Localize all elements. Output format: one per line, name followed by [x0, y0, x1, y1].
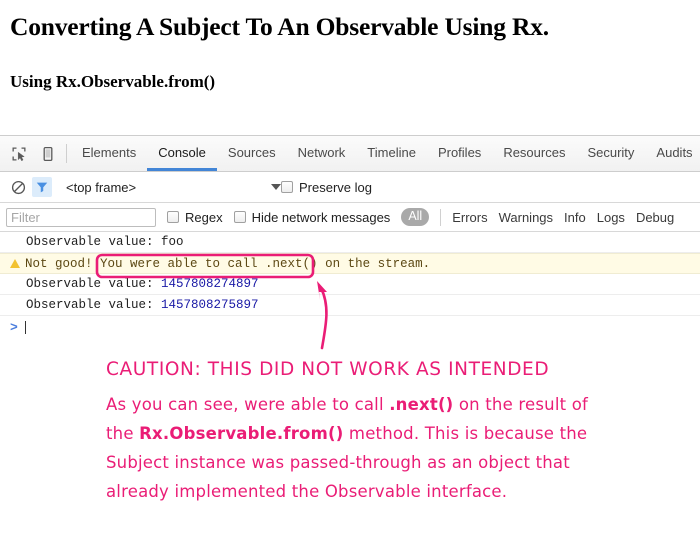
annotation-line-4: already implemented the Observable inter…	[106, 482, 508, 501]
checkbox-box	[281, 181, 293, 193]
message-prefix: Not good!	[25, 256, 101, 271]
tab-label: Network	[297, 144, 346, 160]
tab-audits[interactable]: Audits	[645, 136, 700, 171]
preserve-log-label: Preserve log	[299, 179, 372, 195]
devtools-framebar: <top frame> Preserve log	[0, 172, 700, 203]
devtools-tabbar: Elements Console Sources Network Timelin…	[0, 136, 700, 172]
checkbox-box	[233, 211, 246, 223]
devtools-filterbar: Regex Hide network messages All Errors W…	[0, 203, 700, 232]
devtools-tool-icons	[0, 136, 62, 171]
devtools-tablist: Elements Console Sources Network Timelin…	[71, 136, 700, 171]
hide-network-label: Hide network messages	[251, 209, 391, 225]
annotation-line2-code: Rx.Observable.from()	[139, 424, 344, 443]
tab-label: Resources	[503, 144, 566, 160]
execution-context-value: <top frame>	[66, 179, 137, 195]
toolbar-divider	[66, 144, 67, 163]
tab-label: Security	[587, 144, 635, 160]
inspect-element-icon[interactable]	[10, 145, 27, 162]
tab-label: Console	[158, 144, 206, 160]
tab-network[interactable]: Network	[287, 136, 357, 171]
chevron-down-icon	[271, 184, 281, 190]
tab-label: Timeline	[367, 144, 416, 160]
message-highlighted-text: You were able to call .next()	[100, 256, 318, 271]
message-value: 1457808275897	[161, 298, 259, 312]
filter-input[interactable]	[6, 207, 156, 227]
annotation-heading: CAUTION: THIS DID NOT WORK AS INTENDED	[106, 359, 550, 380]
message-value: 1457808274897	[161, 277, 259, 291]
console-message-log[interactable]: Observable value: 1457808274897	[0, 274, 700, 295]
console-message-log[interactable]: Observable value: 1457808275897	[0, 295, 700, 316]
console-output[interactable]: Observable value: foo Not good! You were…	[0, 232, 700, 338]
annotation-line1-c: on the result of	[453, 395, 589, 414]
annotation-line1-code: .next()	[389, 395, 454, 414]
console-message-warning[interactable]: Not good! You were able to call .next() …	[0, 253, 700, 274]
annotation-line-3: Subject instance was passed-through as a…	[106, 453, 570, 472]
device-toolbar-icon[interactable]	[39, 145, 56, 162]
level-filter-logs[interactable]: Logs	[597, 210, 625, 225]
level-filter-info[interactable]: Info	[564, 210, 586, 225]
level-filter-warnings[interactable]: Warnings	[499, 210, 553, 225]
checkbox-box	[167, 211, 179, 223]
preserve-log-checkbox[interactable]: Preserve log	[281, 180, 372, 195]
warning-triangle-icon	[10, 259, 20, 268]
level-filter-errors[interactable]: Errors	[452, 210, 487, 225]
clear-console-icon[interactable]	[8, 177, 28, 197]
level-filter-debug[interactable]: Debug	[636, 210, 674, 225]
devtools-panel: Elements Console Sources Network Timelin…	[0, 135, 700, 338]
execution-context-selector[interactable]: <top frame>	[66, 180, 281, 195]
console-prompt[interactable]: >	[0, 316, 700, 338]
tab-profiles[interactable]: Profiles	[427, 136, 492, 171]
tab-elements[interactable]: Elements	[71, 136, 147, 171]
annotation-line-1: As you can see, were able to call .next(…	[106, 395, 588, 414]
tab-sources[interactable]: Sources	[217, 136, 287, 171]
tab-label: Elements	[82, 144, 137, 160]
tab-timeline[interactable]: Timeline	[356, 136, 427, 171]
console-message-log[interactable]: Observable value: foo	[0, 232, 700, 253]
tab-security[interactable]: Security	[576, 136, 645, 171]
page-subtitle: Using Rx.Observable.from()	[10, 72, 216, 91]
prompt-chevron-icon: >	[10, 319, 18, 335]
level-filter-all[interactable]: All	[401, 207, 430, 227]
message-label: Observable value:	[26, 298, 162, 312]
tab-label: Sources	[227, 144, 276, 160]
tab-resources[interactable]: Resources	[492, 136, 576, 171]
filter-funnel-icon[interactable]	[32, 177, 52, 197]
message-label: Observable value:	[26, 277, 162, 291]
page-title: Converting A Subject To An Observable Us…	[10, 12, 549, 41]
tab-console[interactable]: Console	[147, 136, 217, 171]
text-caret	[24, 320, 26, 334]
message-suffix: on the stream.	[317, 256, 431, 271]
regex-checkbox[interactable]: Regex	[167, 210, 223, 225]
annotation-line1-a: As you can see, were able to call	[106, 395, 390, 414]
regex-label: Regex	[185, 209, 223, 225]
tab-label: Audits	[656, 144, 693, 160]
annotation-line2-a: the	[106, 424, 140, 443]
hide-network-messages-checkbox[interactable]: Hide network messages	[233, 209, 391, 225]
article-header: Converting A Subject To An Observable Us…	[0, 0, 700, 92]
tab-label: Profiles	[437, 144, 482, 160]
annotation-line-2: the Rx.Observable.from() method. This is…	[106, 424, 587, 443]
message-text: Observable value: foo	[26, 235, 184, 249]
annotation-line2-c: method. This is because the	[343, 424, 588, 443]
filter-divider	[440, 208, 442, 226]
